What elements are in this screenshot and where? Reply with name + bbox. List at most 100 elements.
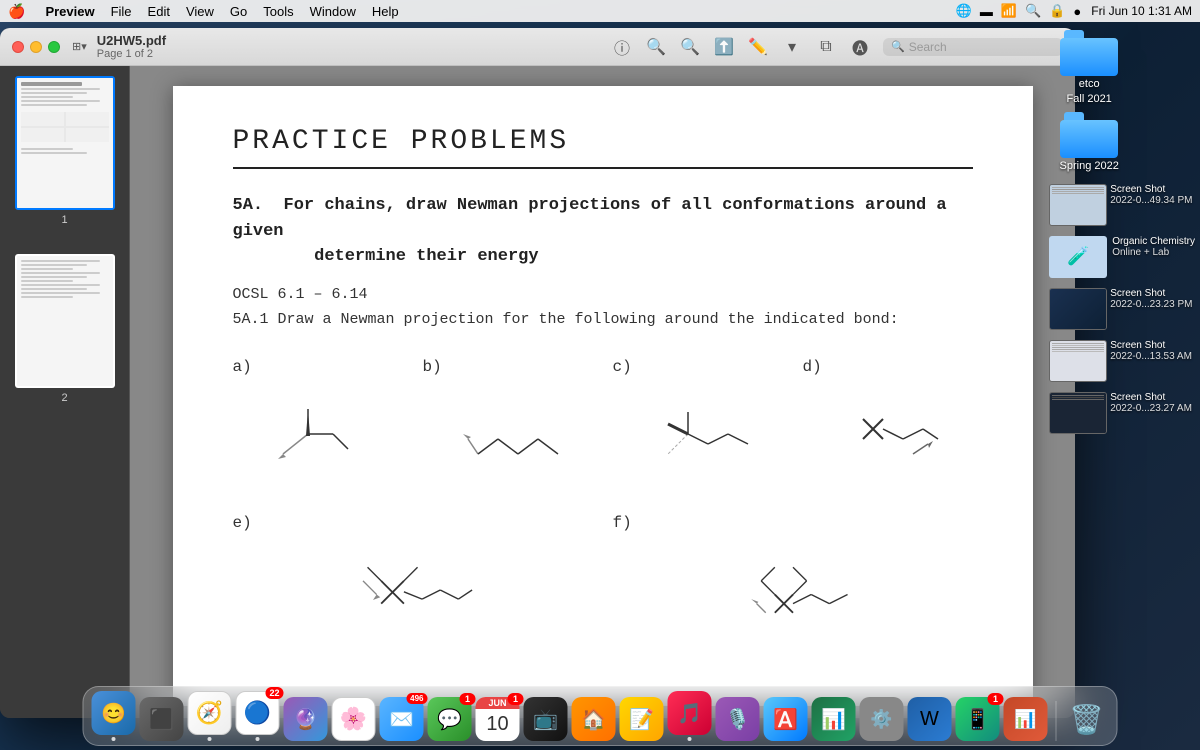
desktop: 🍎 Preview File Edit View Go Tools Window… (0, 0, 1200, 750)
molecule-d-label: d) (803, 358, 822, 376)
molecule-e: e) (233, 514, 593, 640)
dock-word[interactable]: W (908, 697, 952, 741)
molecule-d: d) (803, 358, 973, 484)
siri-icon[interactable]: 🔮 (284, 697, 328, 741)
info-icon[interactable]: ⓘ (611, 36, 633, 58)
menu-preview[interactable]: Preview (45, 4, 94, 19)
dock-podcasts[interactable]: 🎙️ (716, 697, 760, 741)
chevron-down-icon[interactable]: ▾ (781, 36, 803, 58)
molecule-f-label: f) (613, 514, 632, 532)
maximize-button[interactable] (48, 41, 60, 53)
apple-menu[interactable]: 🍎 (8, 3, 25, 20)
search-input[interactable] (909, 40, 1049, 54)
dock-mail[interactable]: ✉️ 496 (380, 697, 424, 741)
music-icon[interactable]: 🎵 (668, 691, 712, 735)
finder-icon[interactable]: 😊 (92, 691, 136, 735)
dock-messages[interactable]: 💬 1 (428, 697, 472, 741)
ocsl-reference: OCSL 6.1 – 6.14 (233, 286, 973, 303)
menu-tools[interactable]: Tools (263, 4, 293, 19)
screenshot-4-date: 2022-0...23.27 AM (1110, 403, 1192, 414)
trash-icon[interactable]: 🗑️ (1065, 697, 1109, 741)
menu-go[interactable]: Go (230, 4, 247, 19)
dock-finder[interactable]: 😊 (92, 691, 136, 741)
notes-icon[interactable]: 📝 (620, 697, 664, 741)
menu-window[interactable]: Window (310, 4, 356, 19)
mail-badge: 496 (406, 693, 427, 704)
chrome-badge: 22 (265, 687, 283, 699)
search-bar[interactable]: 🔍 (883, 38, 1063, 56)
molecule-b: b) (423, 358, 593, 484)
dock-whatsapp[interactable]: 📱 1 (956, 697, 1000, 741)
window-subtitle: Page 1 of 2 (97, 48, 153, 60)
dock-siri[interactable]: 🔮 (284, 697, 328, 741)
zoom-out-icon[interactable]: 🔍 (645, 36, 667, 58)
desktop-screenshot-2[interactable]: Screen Shot 2022-0...23.23 PM (1049, 286, 1195, 332)
menu-view[interactable]: View (186, 4, 214, 19)
powerpoint-icon[interactable]: 📊 (1004, 697, 1048, 741)
photos-icon[interactable]: 🌸 (332, 697, 376, 741)
dock-music[interactable]: 🎵 (668, 691, 712, 741)
folder-etco-label1: etco (1079, 78, 1100, 91)
desktop-screenshot-4[interactable]: Screen Shot 2022-0...23.27 AM (1049, 390, 1195, 436)
molecule-d-drawing (803, 384, 973, 484)
traffic-lights (12, 41, 60, 53)
molecule-a-label: a) (233, 358, 252, 376)
dock-launchpad[interactable]: ⬛ (140, 697, 184, 741)
word-icon[interactable]: W (908, 697, 952, 741)
desktop-right-icons: etco Fall 2021 Spring 2022 (1049, 30, 1195, 436)
calendar-day: 10 (486, 709, 508, 739)
dock-appstore[interactable]: 🅰️ (764, 697, 808, 741)
desktop-folder-spring[interactable]: Spring 2022 (1049, 112, 1129, 173)
zoom-in-icon[interactable]: 🔍 (679, 36, 701, 58)
copy-icon[interactable]: ⧉ (815, 36, 837, 58)
desktop-screenshot-1[interactable]: Screen Shot 2022-0...49.34 PM (1049, 182, 1195, 228)
dock-excel[interactable]: 📊 (812, 697, 856, 741)
launchpad-icon[interactable]: ⬛ (140, 697, 184, 741)
desktop-oc-icon[interactable]: 🧪 Organic Chemistry Online + Lab (1049, 234, 1195, 280)
molecule-b-drawing (423, 384, 593, 484)
oc-label: Organic Chemistry (1112, 236, 1195, 247)
page-thumb-1[interactable] (15, 76, 115, 210)
close-button[interactable] (12, 41, 24, 53)
molecule-e-label: e) (233, 514, 252, 532)
page-number-1: 1 (61, 214, 67, 226)
share-icon[interactable]: ⬆️ (713, 36, 735, 58)
dock-photos[interactable]: 🌸 (332, 697, 376, 741)
dock-tv[interactable]: 📺 (524, 697, 568, 741)
calendar-badge: 1 (508, 693, 524, 705)
dock-unknown[interactable]: ⚙️ (860, 697, 904, 741)
molecule-c-label: c) (613, 358, 632, 376)
dock-notes[interactable]: 📝 (620, 697, 664, 741)
molecule-f: f) (613, 514, 973, 640)
podcasts-icon[interactable]: 🎙️ (716, 697, 760, 741)
minimize-button[interactable] (30, 41, 42, 53)
dock-chrome[interactable]: 🔵 22 (236, 691, 280, 741)
tv-icon[interactable]: 📺 (524, 697, 568, 741)
excel-icon[interactable]: 📊 (812, 697, 856, 741)
home-icon[interactable]: 🏠 (572, 697, 616, 741)
appstore-icon[interactable]: 🅰️ (764, 697, 808, 741)
dock-safari[interactable]: 🧭 (188, 691, 232, 741)
menu-edit[interactable]: Edit (148, 4, 170, 19)
circled-a-icon[interactable]: 🅐 (849, 36, 871, 58)
dock-powerpoint[interactable]: 📊 (1004, 697, 1048, 741)
dock-calendar[interactable]: JUN 10 1 (476, 697, 520, 741)
page-thumb-2[interactable] (15, 254, 115, 388)
screenshot-1-name: Screen Shot (1110, 184, 1192, 195)
desktop-folder-etco[interactable]: etco Fall 2021 (1049, 30, 1129, 106)
unknown-icon[interactable]: ⚙️ (860, 697, 904, 741)
dock-home[interactable]: 🏠 (572, 697, 616, 741)
dock-trash[interactable]: 🗑️ (1065, 697, 1109, 741)
safari-icon[interactable]: 🧭 (188, 691, 232, 735)
whatsapp-badge: 1 (988, 693, 1004, 705)
menu-help[interactable]: Help (372, 4, 399, 19)
screenshot-3-date: 2022-0...13.53 AM (1110, 351, 1192, 362)
desktop-screenshot-3[interactable]: Screen Shot 2022-0...13.53 AM (1049, 338, 1195, 384)
problem-5a-header: 5A. For chains, draw Newman projections … (233, 193, 973, 270)
edit-icon[interactable]: ✏️ (747, 36, 769, 58)
dock: 😊 ⬛ 🧭 🔵 22 🔮 (83, 686, 1118, 746)
menu-file[interactable]: File (111, 4, 132, 19)
page-number-2: 2 (61, 392, 67, 404)
document-title: PRACTICE PROBLEMS (233, 126, 973, 169)
problem-5a1-text: 5A.1 Draw a Newman projection for the fo… (233, 311, 973, 328)
